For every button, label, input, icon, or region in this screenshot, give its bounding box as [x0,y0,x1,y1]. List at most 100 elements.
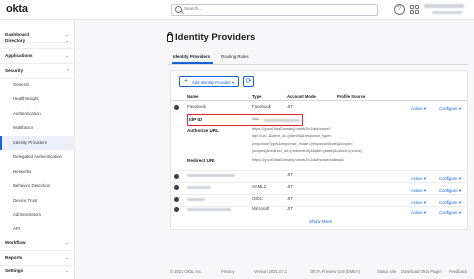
org-name-redacted [432,11,462,14]
configure-dropdown[interactable]: Configure ▾ [439,106,461,112]
user-menu[interactable] [424,2,468,14]
footer-privacy-link[interactable]: Privacy [221,269,234,274]
nav-reports-label: Reports [5,255,23,260]
sidebar-item-label: General [13,82,29,87]
row-type: SAML2 [252,184,267,189]
row-divider [170,194,468,195]
row-account-mode: JIT [287,104,293,109]
row-account-mode: JIT [287,172,293,177]
sidebar-item-label: Delegated Authentication [13,154,62,159]
authorize-url-value[interactable]: https://{yourOktaDomain}/oauth2/v1/autho… [252,126,412,156]
nav-applications-label: Applications [5,53,33,58]
chevron-down-icon: ⌄ [65,268,69,273]
tab-bar: Identity Providers Routing Rules [168,52,468,65]
sidebar-item-label: HealthInsight [13,96,39,101]
idp-id-redacted [264,119,300,122]
row-type: OIDC [252,196,263,201]
row-divider [170,170,468,171]
column-header-type: Type [252,94,262,99]
add-identity-provider-button[interactable]: + Add Identity Provider ▾ [179,76,239,87]
help-icon[interactable]: ? [394,4,405,15]
redirect-uri-value[interactable]: https://{yourOktaDomain}/oauth2/v1/autho… [252,157,412,164]
sidebar-item-authentication[interactable]: Authentication [0,107,75,121]
status-dot-icon [174,174,179,179]
footer-copyright: © 2021 Okta, Inc. [170,269,202,274]
nav-directory-label: Directory [5,38,26,43]
refresh-button[interactable]: ⟳ [243,76,254,87]
nav-workflow[interactable]: Workflow ⌄ [0,236,75,251]
sidebar-item-label: Networks [13,169,32,174]
nav-directory[interactable]: Directory ⌄ [0,34,75,49]
footer-download-plugin-link[interactable]: Download Okta Plugin [401,269,442,274]
sidebar: Dashboard ⌄ Directory ⌄ Applications ⌄ S… [0,20,75,279]
redirect-uri-label: Redirect URI [187,158,215,163]
row-name-redacted[interactable] [187,198,205,201]
row-account-mode: JIT [287,184,293,189]
row-name-redacted[interactable] [187,208,231,211]
chevron-down-icon: ⌄ [65,255,69,260]
nav-security[interactable]: Security ^ [0,64,75,79]
configure-dropdown[interactable]: Configure ▾ [439,210,461,216]
tab-identity-providers[interactable]: Identity Providers [173,54,210,59]
active-tab-indicator [172,62,213,64]
footer-cell: OKTA Preview Cell (EMEA) [310,269,360,274]
sidebar-item-label: API [13,226,21,231]
row-name-redacted[interactable] [187,186,211,189]
sidebar-item-identity-providers[interactable]: Identity Providers [0,136,75,150]
sidebar-item-delegated-authentication[interactable]: Delegated Authentication [0,150,75,164]
status-dot-icon [174,105,179,110]
row-divider [170,182,468,183]
status-dropdown[interactable]: Active ▾ [411,106,426,112]
search-placeholder: Search... [184,6,203,11]
lock-icon [167,32,173,42]
status-dot-icon [174,185,179,190]
nav-settings[interactable]: Settings ⌄ [0,264,75,279]
tab-routing-rules[interactable]: Routing Rules [221,54,249,59]
idp-id-label: IdP ID [189,117,202,122]
plus-icon: + [184,78,189,85]
chevron-up-icon: ^ [66,68,69,73]
status-dot-icon [174,197,179,202]
footer-status-site-link[interactable]: Status site [377,269,396,274]
sidebar-item-administrators[interactable]: Administrators [0,208,75,222]
row-type: Facebook [252,104,271,109]
row-account-mode: JIT [287,206,293,211]
chevron-down-icon: ⌄ [65,240,69,245]
sidebar-item-general[interactable]: General [0,78,75,92]
search-icon [175,6,182,13]
footer-feedback-link[interactable]: Feedback [449,269,467,274]
footer-version: Version 2021.07.1 [254,269,288,274]
sidebar-item-healthinsight[interactable]: HealthInsight [0,92,75,106]
row-name[interactable]: Facebook [187,104,206,109]
column-header-account-mode: Account Mode [287,94,316,99]
status-dropdown[interactable]: Active ▾ [411,210,426,216]
show-more-link[interactable]: Show More [309,219,332,224]
row-name-redacted[interactable] [187,174,235,177]
status-dot-icon [174,207,179,212]
sidebar-item-label: Identity Providers [13,140,47,145]
nav-settings-label: Settings [5,268,24,273]
sidebar-item-multifactor[interactable]: Multifactor [0,121,75,135]
sidebar-item-label: Behavior Detection [13,183,51,188]
row-type: Microsoft [252,206,270,211]
sidebar-item-device-trust[interactable]: Device Trust [0,194,75,208]
sidebar-item-label: Multifactor [13,125,34,130]
row-divider [170,206,468,207]
authorize-url-label: Authorize URL [187,128,219,133]
add-identity-provider-label: Add Identity Provider ▾ [192,79,235,85]
okta-logo[interactable]: okta [6,3,28,15]
nav-workflow-label: Workflow [5,240,26,245]
chevron-down-icon: ⌄ [65,53,69,58]
user-name-redacted [424,4,464,8]
row-account-mode: JIT [287,196,293,201]
nav-applications[interactable]: Applications ⌄ [0,49,75,64]
column-header-name: Name [187,94,199,99]
nav-security-label: Security [5,68,24,73]
app-grid-icon[interactable] [409,4,420,15]
search-input[interactable]: Search... [171,4,378,16]
sidebar-item-label: Authentication [13,111,41,116]
sidebar-item-api[interactable]: API [0,222,75,236]
column-header-profile-source: Profile Source [337,94,366,99]
sidebar-item-networks[interactable]: Networks [0,165,75,179]
sidebar-item-behavior-detection[interactable]: Behavior Detection [0,179,75,193]
